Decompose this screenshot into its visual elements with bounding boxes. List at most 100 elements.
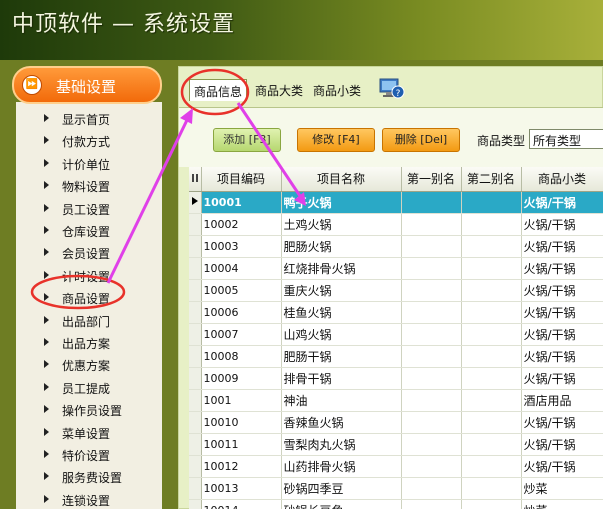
tab-product-minor-category[interactable]: 商品小类 <box>309 79 365 101</box>
cell-alias1 <box>401 235 462 258</box>
sidebar-item[interactable]: 连锁设置 <box>16 489 162 509</box>
cell-alias1 <box>401 191 462 214</box>
help-monitor-icon[interactable]: ? <box>379 77 405 99</box>
row-indicator <box>189 389 202 412</box>
table-row[interactable]: 10008 肥肠干锅 火锅/干锅 <box>189 345 603 368</box>
svg-text:?: ? <box>396 89 401 99</box>
sidebar-item[interactable]: 员工设置 <box>16 198 162 220</box>
cell-category: 火锅/干锅 <box>521 323 603 346</box>
row-indicator <box>189 477 202 500</box>
sidebar-item[interactable]: 显示首页 <box>16 108 162 130</box>
cell-code: 10012 <box>201 455 282 478</box>
cell-code: 10013 <box>201 477 282 500</box>
cell-alias2 <box>461 499 522 509</box>
sidebar-item[interactable]: 计价单位 <box>16 153 162 175</box>
row-indicator-header <box>189 167 202 192</box>
sidebar-list: 显示首页 付款方式计价单位物料设置员工设置仓库设置会员设置 计时设置 商品设置 出品部门… <box>16 102 162 509</box>
table-row[interactable]: 10009 排骨干锅 火锅/干锅 <box>189 367 603 390</box>
sidebar-item-label: 出品方案 <box>62 337 111 351</box>
tab-bar: 商品信息 商品大类 商品小类 ? <box>179 67 603 105</box>
column-header-code[interactable]: 项目编码 <box>201 167 282 192</box>
table-row[interactable]: 10005 重庆火锅 火锅/干锅 <box>189 279 603 302</box>
cell-name: 鸭子火锅 <box>281 191 402 214</box>
sidebar-item[interactable]: 菜单设置 <box>16 422 162 444</box>
triangle-right-icon <box>44 181 49 190</box>
cell-category: 炒菜 <box>521 499 603 509</box>
cell-name: 神油 <box>281 389 402 412</box>
sidebar-item[interactable]: 操作员设置 <box>16 399 162 421</box>
delete-button[interactable]: 删除 [Del] <box>382 128 460 152</box>
table-row[interactable]: 1001 神油 酒店用品 <box>189 389 603 412</box>
cell-alias2 <box>461 257 522 280</box>
sidebar-item[interactable]: 付款方式 <box>16 130 162 152</box>
edit-button[interactable]: 修改 [F4] <box>297 128 375 152</box>
sidebar: 显示首页 付款方式计价单位物料设置员工设置仓库设置会员设置 计时设置 商品设置 出品部门… <box>8 64 168 509</box>
tab-product-info[interactable]: 商品信息 <box>189 79 248 101</box>
table-row[interactable]: 10001 鸭子火锅 火锅/干锅 <box>189 191 603 214</box>
table-row[interactable]: 10002 土鸡火锅 火锅/干锅 <box>189 213 603 236</box>
column-header-alias2[interactable]: 第二别名 <box>461 167 522 192</box>
row-indicator <box>189 499 202 509</box>
cell-alias2 <box>461 301 522 324</box>
row-indicator <box>189 411 202 434</box>
table-row[interactable]: 10004 红烧排骨火锅 火锅/干锅 <box>189 257 603 280</box>
cell-alias2 <box>461 213 522 236</box>
cell-code: 10008 <box>201 345 282 368</box>
sidebar-item-label: 员工设置 <box>62 202 111 217</box>
column-header-alias1[interactable]: 第一别名 <box>401 167 462 192</box>
cell-name: 肥肠干锅 <box>281 345 402 368</box>
triangle-right-icon <box>44 270 49 279</box>
sidebar-item[interactable]: 特价设置 <box>16 444 162 466</box>
cell-code: 10014 <box>201 499 282 509</box>
sidebar-item-label: 计价单位 <box>62 157 111 172</box>
cell-code: 10009 <box>201 367 282 390</box>
table-row[interactable]: 10006 桂鱼火锅 火锅/干锅 <box>189 301 603 324</box>
table-row[interactable]: 10010 香辣鱼火锅 火锅/干锅 <box>189 411 603 434</box>
column-header-category[interactable]: 商品小类 <box>521 167 603 192</box>
table-row[interactable]: 10011 雪梨肉丸火锅 火锅/干锅 <box>189 433 603 456</box>
sidebar-item[interactable]: 员工提成 <box>16 377 162 399</box>
triangle-right-icon <box>44 136 49 145</box>
table-row[interactable]: 10003 肥肠火锅 火锅/干锅 <box>189 235 603 258</box>
sidebar-item[interactable]: 仓库设置 <box>16 220 162 242</box>
current-row-arrow-icon <box>191 197 198 205</box>
sidebar-item[interactable]: 出品部门 <box>16 310 162 332</box>
sidebar-item[interactable]: 商品设置 <box>16 287 162 309</box>
table-row[interactable]: 10014砂锅长豆角 炒菜 <box>189 499 603 509</box>
row-indicator <box>189 345 202 368</box>
triangle-right-icon <box>44 472 49 481</box>
cell-name: 砂锅四季豆 <box>281 477 402 500</box>
triangle-right-icon <box>44 360 49 369</box>
sidebar-item-label: 服务费设置 <box>62 471 123 486</box>
sidebar-item[interactable]: 出品方案 <box>16 332 162 354</box>
table-row[interactable]: 10013 砂锅四季豆 炒菜 <box>189 477 603 500</box>
cell-code: 10006 <box>201 301 282 324</box>
cell-alias2 <box>461 411 522 434</box>
sidebar-item[interactable]: 优惠方案 <box>16 354 162 376</box>
cell-category: 火锅/干锅 <box>521 345 603 368</box>
triangle-right-icon <box>44 338 49 346</box>
sidebar-item[interactable]: 物料设置 <box>16 175 162 197</box>
cell-alias1 <box>401 345 462 368</box>
triangle-right-icon <box>44 382 49 391</box>
cell-category: 火锅/干锅 <box>521 213 603 236</box>
table-row[interactable]: 10007 山鸡火锅 火锅/干锅 <box>189 323 603 346</box>
table-row[interactable]: 10012 山药排骨火锅 火锅/干锅 <box>189 455 603 478</box>
sidebar-header-basic-settings[interactable]: ⏩ 基础设置 <box>12 66 162 104</box>
sidebar-item-label: 连锁设置 <box>62 493 111 508</box>
cell-code: 10011 <box>201 433 282 456</box>
tab-product-major-category[interactable]: 商品大类 <box>251 79 307 101</box>
row-indicator <box>189 235 202 258</box>
product-type-select[interactable]: 所有类型 <box>529 129 603 149</box>
cell-code: 10002 <box>201 213 282 236</box>
sidebar-item-label: 仓库设置 <box>62 225 111 239</box>
row-indicator <box>189 279 202 302</box>
column-header-name[interactable]: 项目名称 <box>281 167 402 192</box>
triangle-right-icon <box>44 315 49 324</box>
cell-category: 炒菜 <box>521 477 603 500</box>
add-button[interactable]: 添加 [F3] <box>213 128 281 152</box>
sidebar-item[interactable]: 计时设置 <box>16 265 162 287</box>
cell-alias1 <box>401 455 462 478</box>
sidebar-item[interactable]: 服务费设置 <box>16 466 162 488</box>
sidebar-item[interactable]: 会员设置 <box>16 242 162 264</box>
